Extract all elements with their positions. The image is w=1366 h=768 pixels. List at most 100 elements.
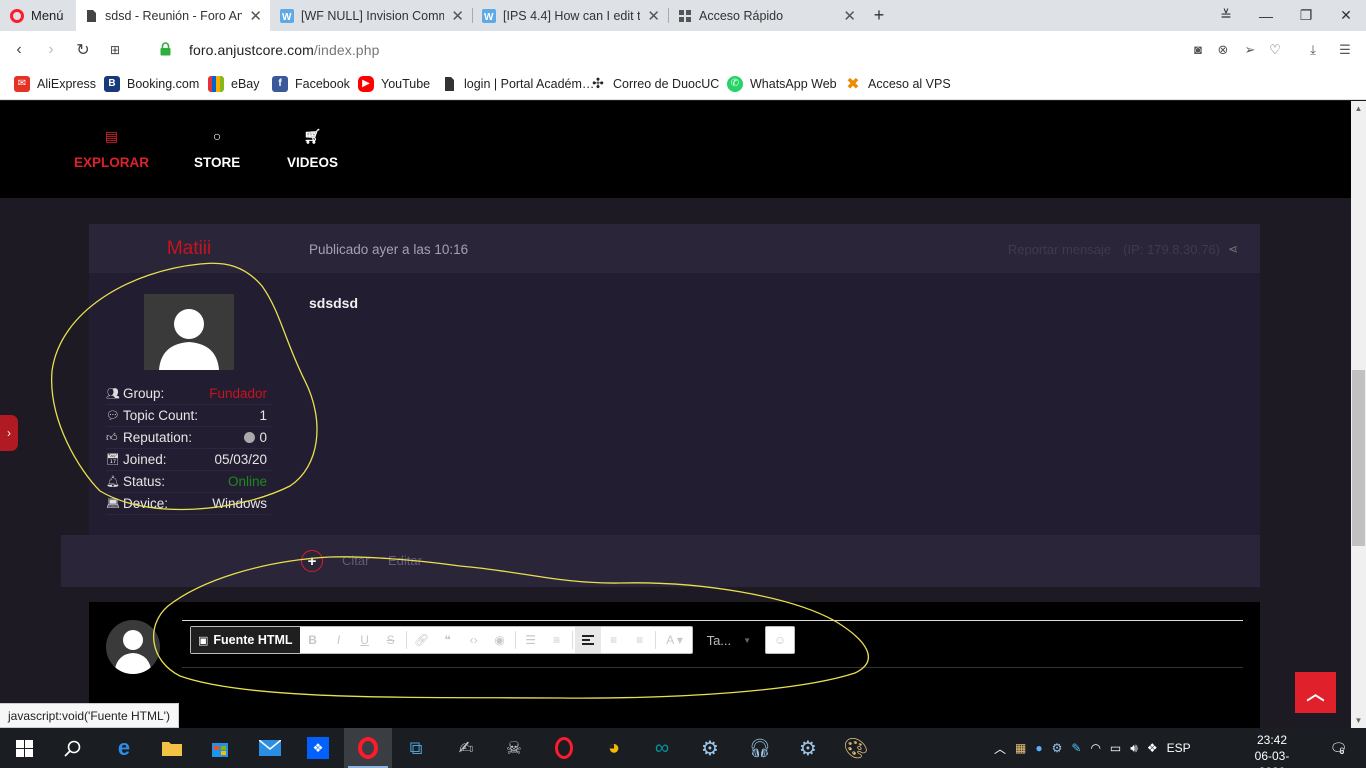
steam-icon[interactable]: ⚙ bbox=[686, 728, 734, 768]
mail-icon[interactable] bbox=[246, 728, 294, 768]
font-size-select[interactable]: Ta... ▼ bbox=[699, 627, 760, 653]
app-icon-4[interactable]: ◕ bbox=[590, 728, 638, 768]
camera-icon[interactable]: ◙ bbox=[1187, 31, 1209, 68]
search-icon[interactable] bbox=[48, 728, 96, 768]
steam-icon-2[interactable]: ⚙ bbox=[784, 728, 832, 768]
tab-wf-null[interactable]: W [WF NULL] Invision Commu ✕ bbox=[272, 0, 472, 31]
file-explorer-icon[interactable] bbox=[148, 728, 196, 768]
share-icon[interactable]: ⋖ bbox=[1228, 242, 1238, 256]
side-panel-toggle[interactable]: › bbox=[0, 415, 18, 451]
app-icon-1[interactable]: ⧉ bbox=[392, 728, 440, 768]
headset-app-icon[interactable]: 🎧︎ bbox=[736, 728, 784, 768]
align-right-icon[interactable]: ≡ bbox=[627, 627, 653, 653]
tabs-grid-icon[interactable]: ⊞ bbox=[102, 31, 128, 68]
quote-icon[interactable]: ❝ bbox=[435, 627, 461, 653]
code-icon[interactable]: ‹› bbox=[461, 627, 487, 653]
url-field[interactable]: foro.anjustcore.com/index.php bbox=[189, 31, 379, 68]
minimize-button[interactable]: — bbox=[1246, 0, 1286, 31]
wifi-icon[interactable]: ◠ bbox=[1090, 741, 1100, 755]
bullet-list-icon[interactable]: ☰ bbox=[518, 627, 544, 653]
steam-tray-icon[interactable]: ⚙ bbox=[1052, 741, 1063, 755]
numbered-list-icon[interactable]: ≡ bbox=[544, 627, 570, 653]
bookmark-booking[interactable]: B Booking.com bbox=[104, 68, 199, 99]
opera-menu-button[interactable]: Menú bbox=[0, 0, 74, 31]
scroll-to-top-button[interactable]: ︿ bbox=[1295, 672, 1336, 713]
send-icon[interactable]: ➢ bbox=[1239, 31, 1261, 68]
bold-icon[interactable]: B bbox=[300, 627, 326, 653]
close-window-button[interactable]: ✕ bbox=[1326, 0, 1366, 31]
underline-icon[interactable]: U bbox=[352, 627, 378, 653]
bookmark-correo-duocuc[interactable]: ✣ Correo de DuocUC bbox=[590, 68, 719, 99]
bookmark-youtube[interactable]: ▶ YouTube bbox=[358, 68, 430, 99]
author-avatar[interactable] bbox=[144, 294, 234, 370]
store-icon[interactable] bbox=[196, 728, 244, 768]
tab-menu-icon[interactable]: ≚ bbox=[1206, 0, 1246, 31]
menu-label: Menú bbox=[31, 8, 64, 23]
source-html-button[interactable]: ▣ Fuente HTML bbox=[191, 627, 300, 653]
taskbar-clock[interactable]: 23:42 06-03-2020 bbox=[1242, 732, 1302, 768]
new-tab-button[interactable]: + bbox=[864, 0, 894, 31]
bookmark-facebook[interactable]: f Facebook bbox=[272, 68, 350, 99]
multiquote-plus-button[interactable]: + bbox=[301, 550, 323, 572]
back-icon[interactable]: ‹ bbox=[6, 31, 32, 68]
close-tab-icon[interactable]: ✕ bbox=[843, 7, 856, 25]
start-button[interactable] bbox=[0, 728, 48, 768]
stat-device: 💻︎ Device: Windows bbox=[106, 493, 271, 515]
close-tab-icon[interactable]: ✕ bbox=[249, 7, 262, 25]
post-author[interactable]: Matiii bbox=[89, 238, 289, 260]
nav-store[interactable]: ○ STORE bbox=[194, 101, 240, 198]
tray-app-icon[interactable]: ● bbox=[1035, 741, 1042, 755]
italic-icon[interactable]: I bbox=[326, 627, 352, 653]
battery-icon[interactable]: ▭ bbox=[1110, 741, 1121, 755]
show-hidden-icons[interactable]: ︿ bbox=[994, 740, 1006, 757]
lock-icon[interactable] bbox=[160, 42, 171, 56]
tab-ips-how-edit[interactable]: W [IPS 4.4] How can I edit the ✕ bbox=[474, 0, 668, 31]
nav-explorar[interactable]: ▤ EXPLORAR bbox=[74, 101, 149, 198]
spoiler-icon[interactable]: ◉ bbox=[487, 627, 513, 653]
opera-taskbar-icon[interactable] bbox=[344, 728, 392, 768]
quote-link[interactable]: Citar bbox=[342, 553, 369, 568]
report-link[interactable]: Reportar mensaje bbox=[1008, 242, 1111, 257]
scroll-up-arrow-icon[interactable]: ▲ bbox=[1351, 101, 1366, 115]
paint-icon[interactable]: 🎨︎ bbox=[832, 728, 880, 768]
scroll-down-arrow-icon[interactable]: ▼ bbox=[1351, 713, 1366, 727]
users-icon: 👥︎ bbox=[106, 388, 120, 400]
easy-setup-icon[interactable]: ☰ bbox=[1334, 31, 1356, 68]
forward-icon[interactable]: › bbox=[38, 31, 64, 68]
maximize-button[interactable]: ❐ bbox=[1286, 0, 1326, 31]
dropbox-icon[interactable]: ❖ bbox=[294, 728, 342, 768]
edge-icon[interactable]: e bbox=[100, 728, 148, 768]
scrollbar-thumb[interactable] bbox=[1352, 370, 1365, 546]
edit-link[interactable]: Editar bbox=[388, 553, 422, 568]
opera-gx-icon[interactable] bbox=[540, 728, 588, 768]
close-tab-icon[interactable]: ✕ bbox=[451, 7, 464, 25]
nav-videos[interactable]: 🛒︎ VIDEOS bbox=[287, 101, 338, 198]
bookmark-portal-academico[interactable]: login | Portal Académ… bbox=[441, 68, 594, 99]
download-icon[interactable]: ⤓ bbox=[1302, 31, 1324, 68]
strikethrough-icon[interactable]: S bbox=[378, 627, 404, 653]
bookmark-aliexpress[interactable]: ✉ AliExpress bbox=[14, 68, 96, 99]
emoticon-icon[interactable]: ☺ bbox=[767, 627, 793, 653]
bookmark-whatsapp[interactable]: ✆ WhatsApp Web bbox=[727, 68, 837, 99]
bookmark-vps[interactable]: ✖ Acceso al VPS bbox=[845, 68, 950, 99]
reload-icon[interactable]: ↻ bbox=[70, 31, 96, 68]
dropbox-tray-icon[interactable]: ❖ bbox=[1147, 741, 1158, 755]
app-icon-3[interactable]: ☠ bbox=[490, 728, 538, 768]
tab-sdsd-reunion[interactable]: sdsd - Reunión - Foro Anju ✕ bbox=[76, 0, 270, 31]
language-indicator[interactable]: ESP bbox=[1167, 741, 1191, 755]
bookmark-ebay[interactable]: eBay bbox=[208, 68, 260, 99]
tab-acceso-rapido[interactable]: Acceso Rápido ✕ bbox=[670, 0, 864, 31]
arduino-icon[interactable]: ∞ bbox=[638, 728, 686, 768]
heart-icon[interactable]: ♡ bbox=[1264, 31, 1286, 68]
align-left-icon[interactable] bbox=[574, 627, 601, 653]
notification-center-icon[interactable]: 🗨︎ 6 bbox=[1322, 728, 1352, 768]
link-icon[interactable]: 🔗︎ bbox=[409, 627, 435, 653]
align-center-icon[interactable]: ≡ bbox=[601, 627, 627, 653]
tray-app-icon[interactable]: ▦ bbox=[1015, 741, 1026, 755]
adblock-icon[interactable]: ⊗ bbox=[1212, 31, 1234, 68]
volume-icon[interactable]: 🔊︎ bbox=[1130, 741, 1138, 756]
font-color-icon[interactable]: A ▾ bbox=[658, 627, 692, 653]
app-icon-2[interactable]: ✍ bbox=[442, 728, 490, 768]
tray-app-icon[interactable]: ✎ bbox=[1071, 741, 1081, 755]
close-tab-icon[interactable]: ✕ bbox=[647, 7, 660, 25]
